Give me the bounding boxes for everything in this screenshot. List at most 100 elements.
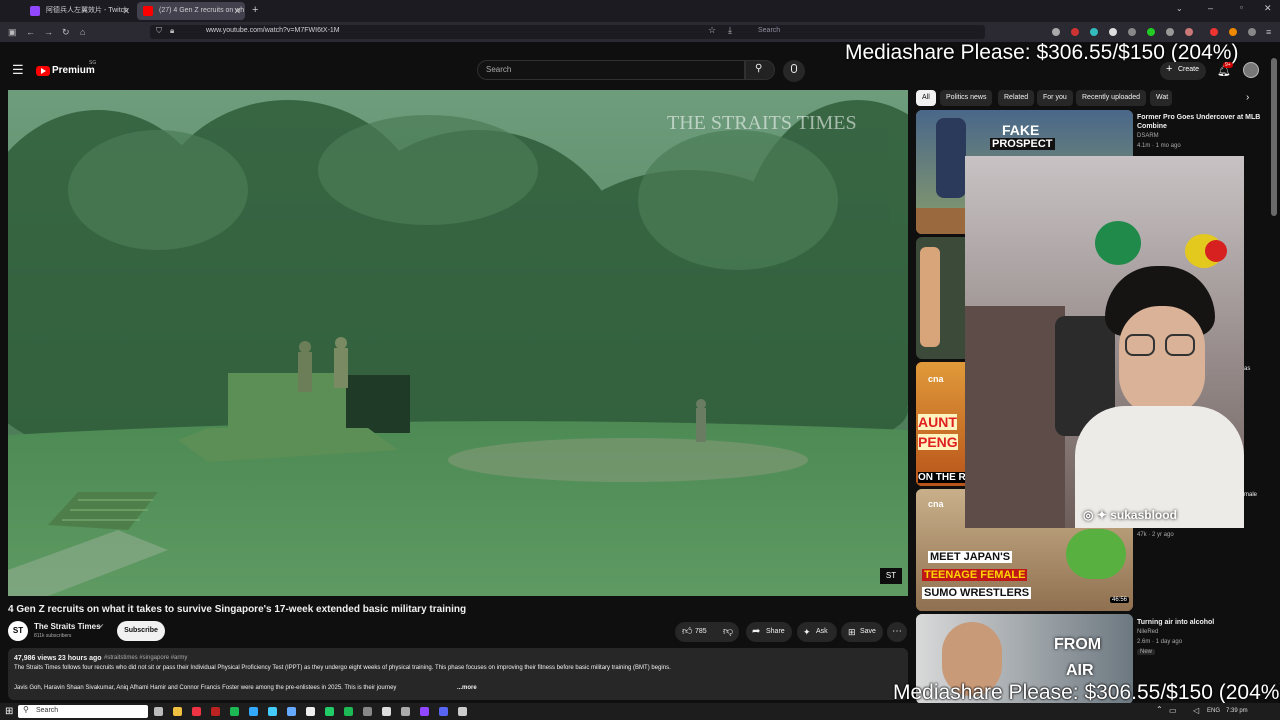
chip-politics-news[interactable]: Politics news xyxy=(940,90,993,106)
voice-search-button[interactable] xyxy=(783,60,805,82)
chip-recently-uploaded[interactable]: Recently uploaded xyxy=(1076,90,1146,106)
channel-name[interactable]: The Straits Times xyxy=(34,622,101,631)
bookmark-star-icon[interactable]: ☆ xyxy=(708,25,716,36)
browser-tab-twitch[interactable]: 阿德兵人左翼效片 - Twitch ✕ xyxy=(24,2,134,20)
search-input[interactable]: Search xyxy=(477,60,745,80)
notification-badge: 9+ xyxy=(1223,62,1233,68)
subscriber-count: 811k subscribers xyxy=(34,633,72,639)
mic-icon xyxy=(791,64,797,73)
app-icon[interactable] xyxy=(382,707,391,716)
chip-all[interactable]: All xyxy=(916,90,936,106)
browser-tab-youtube[interactable]: (27) 4 Gen Z recruits on wh ✕ xyxy=(137,2,245,20)
language-indicator[interactable]: ENG xyxy=(1207,708,1220,714)
download-icon[interactable]: ⤓ xyxy=(728,25,732,36)
windows-start-icon[interactable]: ⊞ xyxy=(5,706,13,717)
video-player[interactable]: THE STRAITS TIMES ST xyxy=(8,90,908,596)
app-icon[interactable] xyxy=(192,707,201,716)
extension-icon[interactable] xyxy=(1052,28,1060,36)
youtube-icon xyxy=(143,6,153,16)
ask-button[interactable]: ✦ Ask xyxy=(797,622,837,642)
extension-icon[interactable] xyxy=(1229,28,1237,36)
hashtags[interactable]: #straitstimes #singapore #army xyxy=(104,655,187,661)
extension-icon[interactable] xyxy=(1071,28,1079,36)
cna-logo: cna xyxy=(928,499,944,509)
maximize-icon[interactable]: ▫ xyxy=(1240,3,1243,12)
subscribe-button[interactable]: Subscribe xyxy=(117,621,165,641)
thumbnail-text: FAKE xyxy=(1002,122,1040,138)
thumbnail-text: AIR xyxy=(1066,662,1094,679)
page-scrollbar[interactable] xyxy=(1271,58,1277,216)
shield-icon: ⛉ xyxy=(156,26,162,35)
search-button[interactable]: ⚲ xyxy=(745,60,775,80)
menu-icon[interactable]: ≡ xyxy=(1266,25,1271,39)
app-icon[interactable] xyxy=(458,707,467,716)
app-icon[interactable] xyxy=(287,707,296,716)
browser-tab-bar: 阿德兵人左翼效片 - Twitch ✕ (27) 4 Gen Z recruit… xyxy=(0,0,1280,22)
sidebar-toggle-icon[interactable]: ▣ xyxy=(8,25,17,39)
back-icon[interactable]: ← xyxy=(26,25,35,39)
description-box[interactable]: 47,986 views 23 hours ago #straitstimes … xyxy=(8,648,908,700)
task-view-icon[interactable] xyxy=(154,707,163,716)
tray-chevron-icon[interactable]: ⌃ xyxy=(1156,705,1163,714)
share-button[interactable]: ➦ Share xyxy=(746,622,792,642)
home-icon[interactable]: ⌂ xyxy=(80,25,85,39)
app-icon[interactable] xyxy=(268,707,277,716)
extension-icon[interactable] xyxy=(1109,28,1117,36)
extension-icon[interactable] xyxy=(1185,28,1193,36)
recommendation-title[interactable]: Turning air into alcohol xyxy=(1137,618,1262,627)
hamburger-menu-icon[interactable]: ☰ xyxy=(12,62,24,78)
notifications-button[interactable]: 🔔︎ 9+ xyxy=(1215,62,1233,79)
mediashare-goal-bottom: Mediashare Please: $306.55/$150 (204%) xyxy=(893,681,1280,704)
create-button[interactable]: + Create xyxy=(1160,62,1206,80)
spotify-icon[interactable] xyxy=(344,707,353,716)
app-icon[interactable] xyxy=(306,707,315,716)
address-bar[interactable]: ⛉ 🔒︎ www.youtube.com/watch?v=M7FWI6tX-1M… xyxy=(150,25,985,39)
extension-icon[interactable] xyxy=(1147,28,1155,36)
recommendation-channel[interactable]: NileRed xyxy=(1137,629,1158,635)
forward-icon[interactable]: → xyxy=(44,25,53,39)
extension-icon[interactable] xyxy=(1090,28,1098,36)
volume-icon[interactable]: ◁ xyxy=(1193,706,1199,715)
app-icon[interactable] xyxy=(249,707,258,716)
app-icon[interactable] xyxy=(363,707,372,716)
tab-list-icon[interactable]: ⌄ xyxy=(1176,4,1183,13)
thumbs-up-icon: 👍︎ xyxy=(682,626,693,637)
app-icon[interactable] xyxy=(401,707,410,716)
channel-avatar[interactable]: ST xyxy=(8,621,28,641)
view-count: 47,986 views xyxy=(14,655,57,662)
app-icon[interactable] xyxy=(211,707,220,716)
thumbs-down-icon[interactable]: 👎︎ xyxy=(723,622,733,642)
url-text: www.youtube.com/watch?v=M7FWI6tX-1M xyxy=(206,27,340,34)
minimize-icon[interactable]: – xyxy=(1208,3,1213,13)
like-button[interactable]: 👍︎ 785 👎︎ xyxy=(675,622,739,642)
close-tab-icon[interactable]: ✕ xyxy=(233,2,241,20)
new-tab-button[interactable]: + xyxy=(252,4,258,16)
extension-icon[interactable] xyxy=(1210,28,1218,36)
account-avatar[interactable] xyxy=(1243,62,1259,78)
more-actions-button[interactable]: ⋯ xyxy=(887,622,907,642)
close-tab-icon[interactable]: ✕ xyxy=(122,2,130,20)
system-clock[interactable]: 7:39 pm xyxy=(1226,708,1248,714)
extension-icon[interactable] xyxy=(1166,28,1174,36)
reload-icon[interactable]: ↻ xyxy=(62,25,70,39)
chip-for-you[interactable]: For you xyxy=(1037,90,1073,106)
chevron-right-icon[interactable]: › xyxy=(1246,92,1249,103)
close-window-icon[interactable]: ✕ xyxy=(1264,3,1272,14)
save-button[interactable]: ⊞ Save xyxy=(841,622,883,642)
chip-watched[interactable]: Wat xyxy=(1150,90,1172,106)
network-icon[interactable]: ▭ xyxy=(1169,706,1177,715)
extensions-menu-icon[interactable] xyxy=(1248,28,1256,36)
recommendation-channel[interactable]: DSARM xyxy=(1137,133,1159,139)
twitch-icon xyxy=(30,6,40,16)
discord-icon[interactable] xyxy=(439,707,448,716)
taskbar-search[interactable]: ⚲ Search xyxy=(18,705,148,718)
extension-icon[interactable] xyxy=(1128,28,1136,36)
app-icon[interactable] xyxy=(325,707,334,716)
chip-related[interactable]: Related xyxy=(998,90,1035,106)
spotify-icon[interactable] xyxy=(230,707,239,716)
search-field[interactable]: Search xyxy=(758,27,780,34)
show-more-link[interactable]: ...more xyxy=(457,685,477,691)
file-explorer-icon[interactable] xyxy=(173,707,182,716)
recommendation-title[interactable]: Former Pro Goes Undercover at MLB Combin… xyxy=(1137,113,1262,131)
twitch-icon[interactable] xyxy=(420,707,429,716)
